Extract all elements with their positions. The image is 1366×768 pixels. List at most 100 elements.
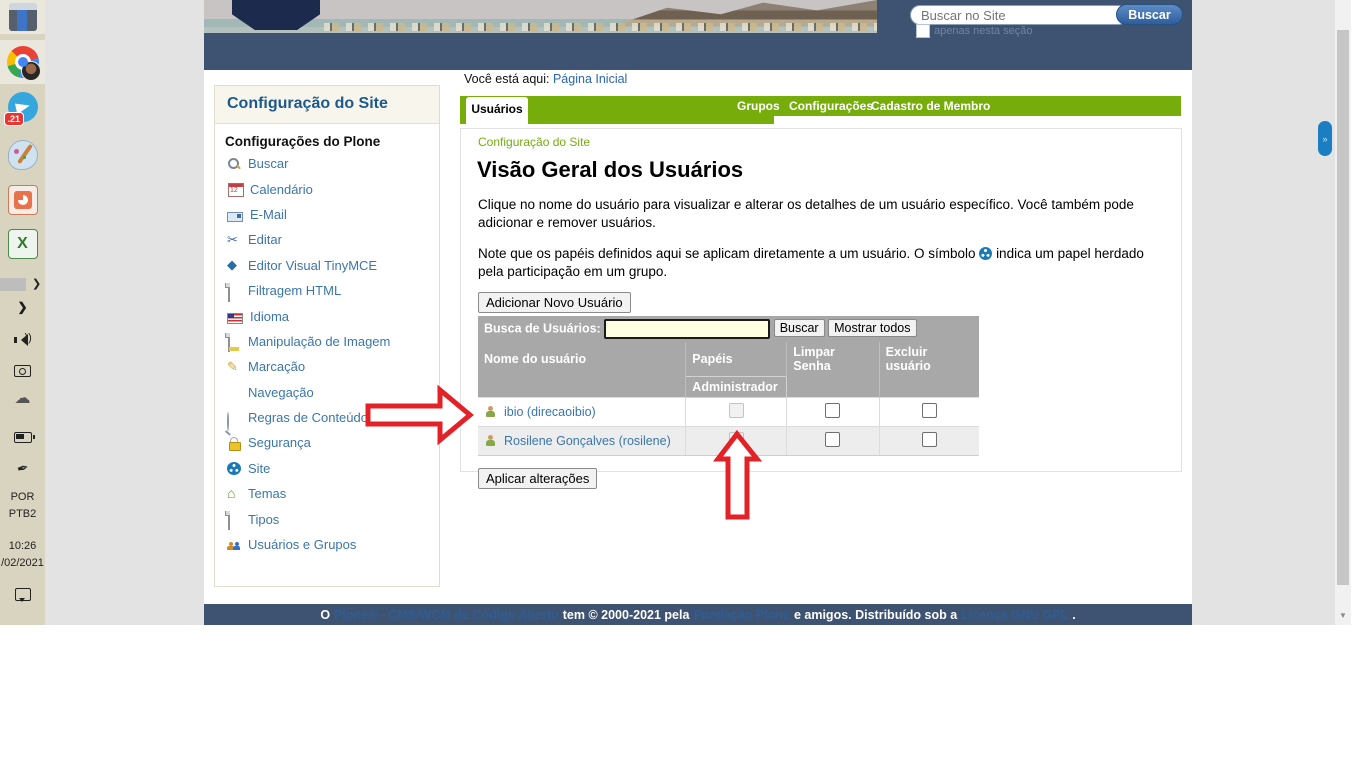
show-all-button[interactable]: Mostrar todos: [828, 319, 916, 337]
admin-role-checkbox: [729, 432, 744, 447]
sidebar-item-site[interactable]: Site: [227, 456, 439, 481]
footer-license-link[interactable]: Licença GNU GPL: [961, 608, 1068, 622]
sidebar-item-label[interactable]: Calendário: [250, 182, 313, 197]
sidebar-item-label[interactable]: Segurança: [248, 435, 311, 450]
tab-grupos[interactable]: Grupos: [737, 96, 780, 116]
browser-scrollbar[interactable]: ▼: [1335, 0, 1351, 625]
content-box: Configuração do Site Visão Geral dos Usu…: [460, 128, 1182, 472]
sidebar-item-label[interactable]: Regras de Conteúdo: [248, 410, 368, 425]
only-section-checkbox[interactable]: [916, 24, 930, 38]
sidebar-item-label[interactable]: Usuários e Grupos: [248, 537, 356, 552]
sidebar-item-label[interactable]: Manipulação de Imagem: [248, 334, 390, 349]
tab-cadastro-de-membro[interactable]: Cadastro de Membro: [871, 96, 990, 116]
document-icon: [227, 284, 241, 298]
scrollbar-thumb[interactable]: [1337, 30, 1349, 585]
onedrive-cloud-icon[interactable]: ☁: [0, 394, 45, 404]
sidebar-item-label[interactable]: Temas: [248, 486, 286, 501]
delete-user-checkbox[interactable]: [922, 432, 937, 447]
sidebar-item-label[interactable]: Navegação: [248, 385, 314, 400]
delete-user-checkbox[interactable]: [922, 403, 937, 418]
sidebar-item-navegacao[interactable]: Navegação: [227, 380, 439, 405]
sidebar-item-label[interactable]: Idioma: [250, 309, 289, 324]
cast-icon[interactable]: [0, 364, 45, 382]
sidebar-item-editar[interactable]: ✂ Editar: [227, 227, 439, 252]
user-search-input[interactable]: [604, 319, 770, 339]
scissors-icon: ✂: [227, 233, 241, 247]
taskbar-scrollbar[interactable]: ❯: [0, 277, 45, 292]
sidebar-item-manipulacao-imagem[interactable]: Manipulação de Imagem: [227, 329, 439, 354]
mail-icon: [227, 212, 243, 222]
footer-plone-link[interactable]: Plone® - CMS/WCM de Código Aberto: [334, 608, 559, 622]
volume-icon[interactable]: )): [0, 333, 45, 351]
sidebar-item-label[interactable]: Editar: [248, 232, 282, 247]
notification-icon: [15, 588, 31, 601]
speaker-icon: )): [14, 334, 32, 346]
sidebar-item-label[interactable]: Buscar: [248, 156, 288, 171]
sidebar-item-tinymce[interactable]: ◆Editor Visual TinyMCE: [227, 253, 439, 278]
breadcrumb-prefix: Você está aqui:: [464, 72, 549, 86]
site-search-input[interactable]: [910, 5, 1128, 25]
sidebar-item-marcacao[interactable]: ✎Marcação: [227, 354, 439, 379]
user-icon: [484, 405, 498, 419]
show-hidden-icons-button[interactable]: ❯: [0, 300, 45, 314]
breadcrumb-home-link[interactable]: Página Inicial: [553, 72, 627, 86]
user-link[interactable]: ibio (direcaoibio): [504, 405, 596, 419]
user-link[interactable]: Rosilene Gonçalves (rosilene): [504, 434, 671, 448]
sidebar-item-tipos[interactable]: Tipos: [227, 506, 439, 531]
sidebar-item-label[interactable]: Site: [248, 461, 270, 476]
panel-title: Configuração do Site: [215, 86, 439, 124]
apply-changes-button[interactable]: Aplicar alterações: [478, 468, 597, 489]
tab-configuracoes[interactable]: Configurações: [789, 96, 873, 116]
site-setup-panel: Configuração do Site Configurações do Pl…: [214, 85, 440, 587]
user-icon: [484, 434, 498, 448]
note-text-before: Note que os papéis definidos aqui se apl…: [478, 246, 976, 261]
sidebar-item-label[interactable]: Filtragem HTML: [248, 283, 341, 298]
panel-section-heading: Configurações do Plone: [225, 134, 439, 149]
screen: .21 X ❯ ❯ )) ☁ ✒ POR PTB2 10:26 /02/2021…: [0, 0, 1366, 768]
telegram-badge: .21: [4, 112, 25, 126]
user-search-button[interactable]: Buscar: [774, 319, 825, 337]
tab-usuarios[interactable]: Usuários: [466, 97, 528, 124]
clear-password-checkbox[interactable]: [825, 432, 840, 447]
excel-icon[interactable]: X: [0, 229, 45, 259]
site-footer: O Plone® - CMS/WCM de Código Aberto tem …: [204, 604, 1192, 625]
clock[interactable]: 10:26 /02/2021: [0, 538, 45, 572]
calculator-icon[interactable]: [0, 3, 45, 31]
language-indicator[interactable]: POR PTB2: [0, 489, 45, 523]
search-icon: [227, 157, 241, 171]
footer-text: e amigos. Distribuído sob a: [794, 608, 957, 622]
sidebar-item-label[interactable]: E-Mail: [250, 207, 287, 222]
battery-icon[interactable]: [0, 430, 45, 448]
sidebar-item-seguranca[interactable]: Segurança: [227, 430, 439, 455]
sidebar-item-filtragem-html[interactable]: Filtragem HTML: [227, 278, 439, 303]
chrome-icon[interactable]: [0, 46, 45, 78]
notification-center-button[interactable]: [0, 588, 45, 606]
scrollbar-down-arrow[interactable]: ▼: [1335, 611, 1351, 620]
sidebar-item-calendario[interactable]: Calendário: [227, 176, 439, 201]
footer-foundation-link[interactable]: Fundação Plone: [693, 608, 790, 622]
desktop-left: [45, 0, 204, 625]
clock-date: /02/2021: [0, 555, 45, 572]
sidebar-item-label[interactable]: Tipos: [248, 512, 279, 527]
paint-icon[interactable]: [0, 140, 45, 170]
site-setup-uplink[interactable]: Configuração do Site: [478, 135, 590, 149]
sidebar-item-buscar[interactable]: Buscar: [227, 151, 439, 176]
add-new-user-button[interactable]: Adicionar Novo Usuário: [478, 292, 631, 313]
sidebar-item-temas[interactable]: ⌂Temas: [227, 481, 439, 506]
sidebar-item-email[interactable]: E-Mail: [227, 202, 439, 227]
sidebar-item-idioma[interactable]: Idioma: [227, 303, 439, 328]
pen-icon[interactable]: ✒: [0, 460, 45, 478]
scrollbar-thumb[interactable]: [0, 278, 26, 291]
side-handle-button[interactable]: »: [1318, 121, 1332, 156]
table-header-row: Nome do usuário Papéis Limpar Senha Excl…: [478, 342, 979, 376]
sidebar-item-usuarios-grupos[interactable]: Usuários e Grupos: [227, 532, 439, 557]
battery-icon: [14, 432, 32, 443]
sidebar-item-regras-conteudo[interactable]: Regras de Conteúdo: [227, 405, 439, 430]
calendar-icon: [228, 183, 244, 197]
clear-password-checkbox[interactable]: [825, 403, 840, 418]
powerpoint-icon[interactable]: [0, 185, 45, 215]
sidebar-item-label[interactable]: Editor Visual TinyMCE: [248, 258, 377, 273]
telegram-icon[interactable]: .21: [0, 92, 45, 122]
site-search-button[interactable]: Buscar: [1116, 4, 1183, 25]
sidebar-item-label[interactable]: Marcação: [248, 359, 305, 374]
